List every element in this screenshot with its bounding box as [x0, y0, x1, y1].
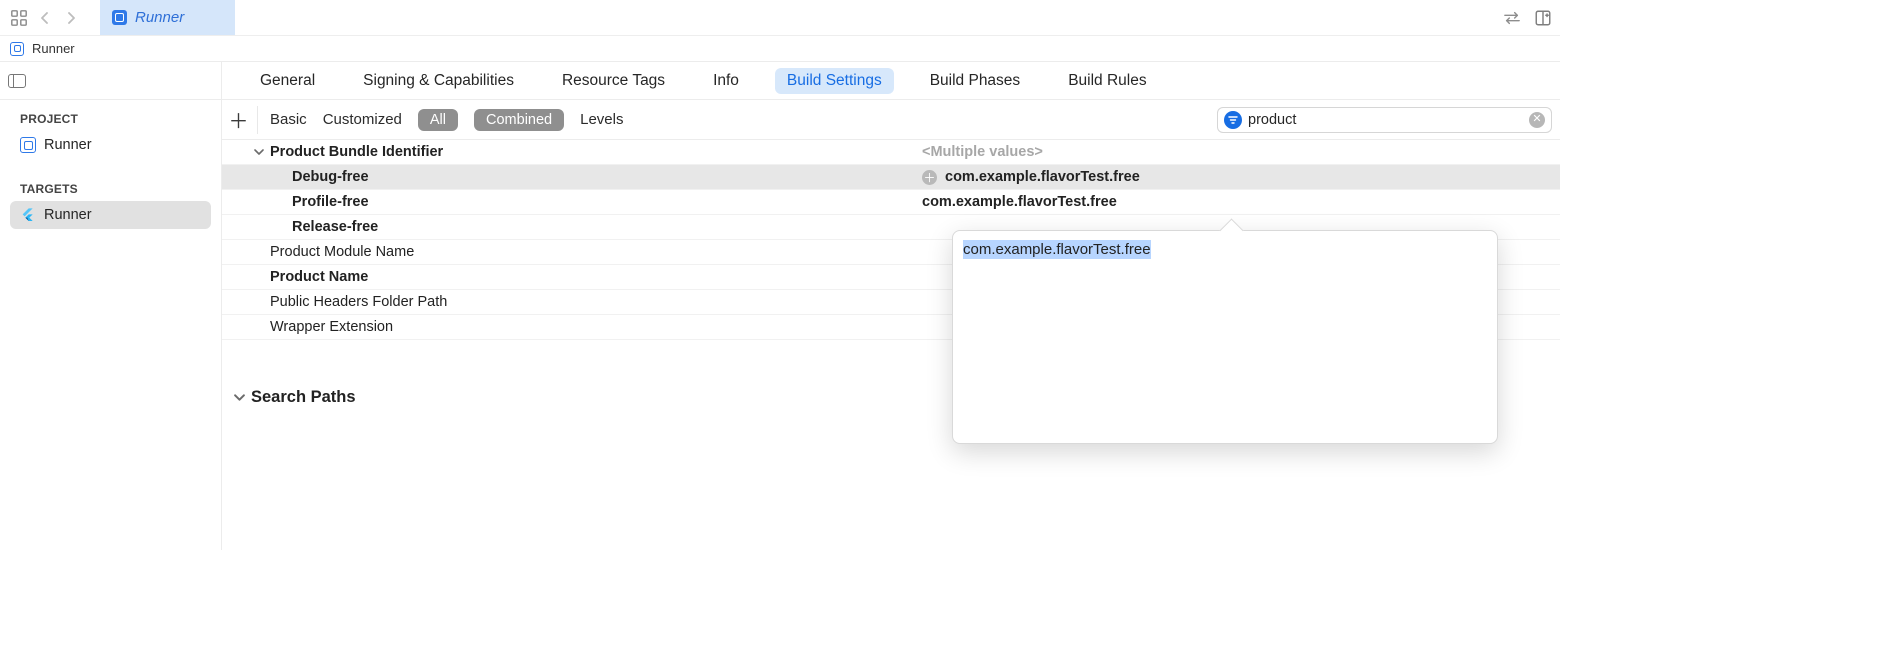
clear-search-icon[interactable]: ✕ — [1529, 112, 1545, 128]
panel-toggle-icon[interactable] — [8, 74, 26, 88]
section-label: Search Paths — [251, 388, 356, 407]
filter-all[interactable]: All — [418, 109, 458, 131]
tab-build-rules[interactable]: Build Rules — [1056, 68, 1158, 94]
filter-customized[interactable]: Customized — [323, 111, 402, 128]
section-project: PROJECT — [0, 100, 221, 130]
swap-icon[interactable] — [1502, 10, 1522, 26]
breadcrumb[interactable]: Runner — [0, 36, 1560, 62]
breadcrumb-label: Runner — [32, 41, 75, 56]
setting-row-debug-free[interactable]: Debug-free ＋ com.example.flavorTest.free — [222, 165, 1560, 190]
project-item-label: Runner — [44, 137, 92, 153]
target-item-label: Runner — [44, 207, 92, 223]
tab-signing[interactable]: Signing & Capabilities — [351, 68, 526, 94]
search-field[interactable]: ✕ — [1217, 107, 1552, 133]
setting-key: Profile-free — [292, 194, 369, 210]
filter-icon[interactable] — [1224, 111, 1242, 129]
flutter-icon — [20, 207, 36, 223]
filter-levels[interactable]: Levels — [580, 111, 623, 128]
target-item-runner[interactable]: Runner — [10, 201, 211, 229]
app-icon — [10, 42, 24, 56]
setting-key: Public Headers Folder Path — [270, 294, 447, 310]
tab-resource-tags[interactable]: Resource Tags — [550, 68, 677, 94]
tab-general[interactable]: General — [248, 68, 327, 94]
filter-basic[interactable]: Basic — [270, 111, 307, 128]
setting-group-value: <Multiple values> — [922, 144, 1043, 160]
app-icon — [20, 137, 36, 153]
setting-key: Wrapper Extension — [270, 319, 393, 335]
app-icon — [112, 10, 127, 25]
back-icon[interactable] — [34, 7, 56, 29]
setting-key: Debug-free — [292, 169, 369, 185]
value-editor-popover: com.example.flavorTest.free — [952, 230, 1498, 444]
setting-group-label: Product Bundle Identifier — [270, 144, 443, 160]
tab-build-phases[interactable]: Build Phases — [918, 68, 1032, 94]
editor-tab-runner[interactable]: Runner — [100, 0, 235, 35]
add-condition-icon[interactable]: ＋ — [922, 170, 937, 185]
add-editor-icon[interactable] — [1534, 9, 1552, 27]
forward-icon[interactable] — [60, 7, 82, 29]
setting-key: Product Module Name — [270, 244, 414, 260]
project-item-runner[interactable]: Runner — [10, 131, 211, 159]
filter-combined[interactable]: Combined — [474, 109, 564, 131]
setting-value: com.example.flavorTest.free — [922, 194, 1117, 210]
section-targets: TARGETS — [0, 170, 221, 200]
tab-info[interactable]: Info — [701, 68, 751, 94]
chevron-down-icon[interactable] — [254, 147, 264, 157]
setting-row-profile-free[interactable]: Profile-free com.example.flavorTest.free — [222, 190, 1560, 215]
chevron-down-icon[interactable] — [234, 392, 245, 403]
add-build-setting-button[interactable]: ＋ — [230, 106, 258, 134]
value-editor-input[interactable]: com.example.flavorTest.free — [963, 240, 1151, 259]
setting-key: Release-free — [292, 219, 378, 235]
setting-value: com.example.flavorTest.free — [945, 169, 1140, 185]
related-items-icon[interactable] — [8, 7, 30, 29]
setting-group-bundle-id[interactable]: Product Bundle Identifier <Multiple valu… — [222, 140, 1560, 165]
search-input[interactable] — [1248, 112, 1523, 128]
setting-key: Product Name — [270, 269, 368, 285]
editor-tab-label: Runner — [135, 9, 184, 26]
tab-build-settings[interactable]: Build Settings — [775, 68, 894, 94]
